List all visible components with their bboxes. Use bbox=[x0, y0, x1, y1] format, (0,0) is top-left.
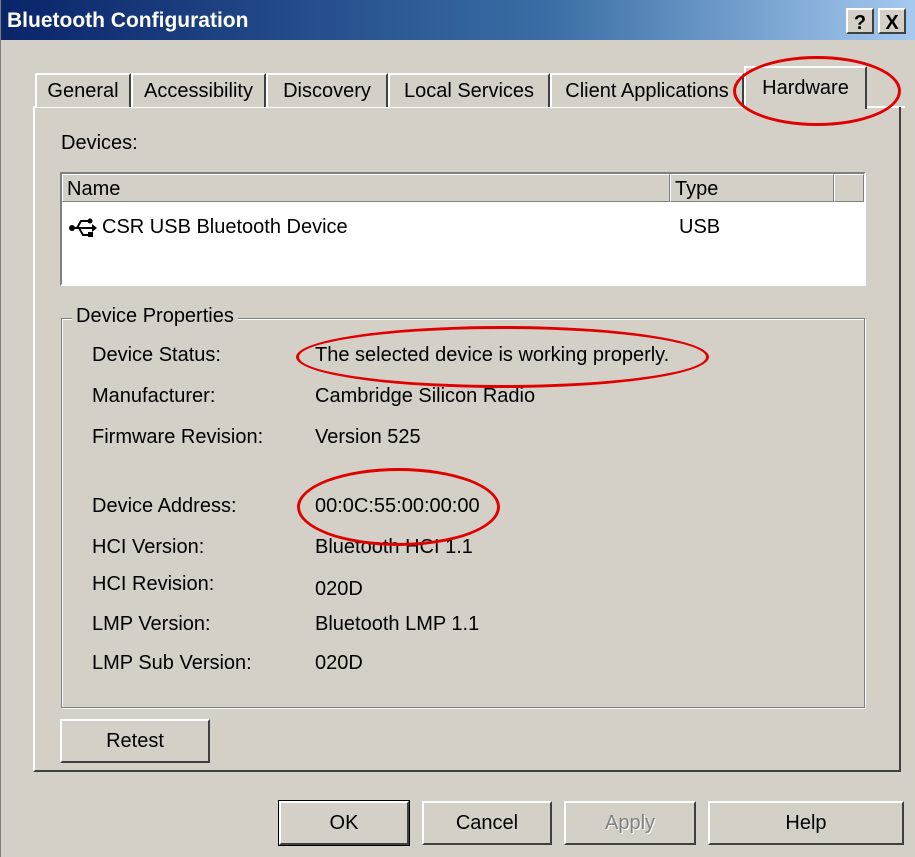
apply-button-label: Apply bbox=[604, 812, 656, 834]
retest-button[interactable]: Retest bbox=[60, 719, 210, 763]
column-header-filler bbox=[834, 174, 864, 202]
device-name: CSR USB Bluetooth Device bbox=[102, 216, 348, 238]
firmware-revision-label: Firmware Revision: bbox=[92, 426, 264, 448]
device-address-value: 00:0C:55:00:00:00 bbox=[315, 495, 480, 517]
hci-revision-label: HCI Revision: bbox=[92, 573, 215, 595]
usb-icon bbox=[68, 216, 98, 250]
hci-revision-value: 020D bbox=[315, 578, 363, 600]
devices-label: Devices: bbox=[61, 132, 138, 154]
device-properties-legend: Device Properties bbox=[72, 305, 238, 328]
lmp-sub-version-value: 020D bbox=[315, 652, 363, 674]
tab-hardware[interactable]: Hardware bbox=[744, 66, 867, 109]
help-title-button[interactable]: ? bbox=[846, 8, 874, 34]
device-status-value: The selected device is working properly. bbox=[315, 344, 670, 366]
device-address-label: Device Address: bbox=[92, 495, 237, 517]
hci-version-value: Bluetooth HCI 1.1 bbox=[315, 536, 473, 558]
ok-button[interactable]: OK bbox=[278, 800, 410, 846]
manufacturer-label: Manufacturer: bbox=[92, 385, 216, 407]
device-type: USB bbox=[679, 216, 721, 238]
tab-discovery[interactable]: Discovery bbox=[266, 73, 388, 107]
column-header-name[interactable]: Name bbox=[62, 174, 670, 202]
tab-general[interactable]: General bbox=[35, 73, 131, 107]
hci-version-label: HCI Version: bbox=[92, 536, 205, 558]
close-button[interactable]: X bbox=[878, 8, 906, 34]
tab-client-applications[interactable]: Client Applications bbox=[550, 73, 744, 107]
apply-button: Apply bbox=[564, 801, 696, 845]
lmp-version-value: Bluetooth LMP 1.1 bbox=[315, 613, 480, 635]
title-bar[interactable]: Bluetooth Configuration ? X bbox=[1, 0, 915, 40]
help-button[interactable]: Help bbox=[708, 801, 904, 845]
column-header-type[interactable]: Type bbox=[670, 174, 834, 202]
tab-accessibility[interactable]: Accessibility bbox=[131, 73, 266, 107]
cancel-button[interactable]: Cancel bbox=[422, 801, 552, 845]
dialog-window: Bluetooth Configuration ? X General Acce… bbox=[0, 0, 915, 857]
manufacturer-value: Cambridge Silicon Radio bbox=[315, 385, 536, 407]
list-item[interactable]: CSR USB Bluetooth Device USB bbox=[62, 210, 862, 244]
device-status-label: Device Status: bbox=[92, 344, 221, 366]
firmware-revision-value: Version 525 bbox=[315, 426, 421, 448]
devices-list[interactable]: Name Type CSR USB Bluetooth Device USB bbox=[60, 172, 866, 286]
window-title: Bluetooth Configuration bbox=[7, 9, 249, 32]
tab-local-services[interactable]: Local Services bbox=[388, 73, 550, 107]
lmp-sub-version-label: LMP Sub Version: bbox=[92, 652, 252, 674]
lmp-version-label: LMP Version: bbox=[92, 613, 211, 635]
